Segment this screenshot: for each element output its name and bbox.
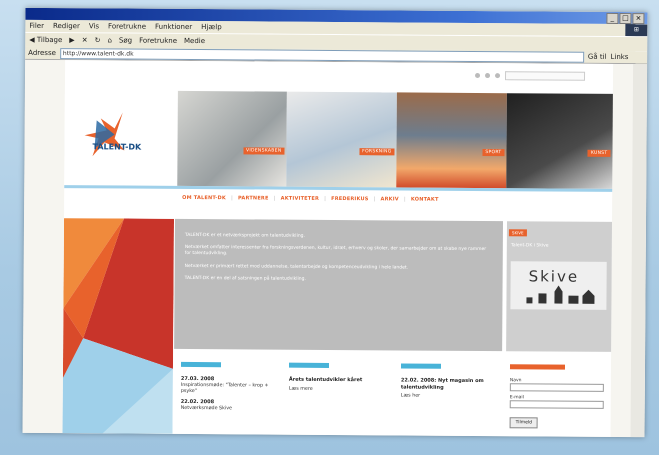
news-accent-bar [180, 361, 222, 368]
links-button[interactable]: Links [610, 53, 628, 61]
intro-paragraph: Netværket er primært rettet mod uddannel… [184, 263, 409, 271]
banner-photo-research[interactable]: FORSKNING [286, 91, 397, 188]
nav-item-about[interactable]: OM TALENT-DK [182, 195, 226, 201]
menu-view[interactable]: Vis [89, 22, 99, 30]
back-button[interactable]: ◀ Tilbage [29, 36, 62, 44]
back-label: Tilbage [36, 35, 63, 45]
nav-separator: | [373, 196, 376, 203]
site-search-input[interactable] [504, 71, 586, 81]
address-label: Adresse [28, 48, 56, 58]
page-viewport: TALENT-DK VIDENSKABEN FORSKNING SPORT KU… [22, 59, 648, 438]
windows-logo-icon: ⊞ [625, 24, 648, 37]
banner-photo-science[interactable]: VIDENSKABEN [177, 90, 287, 187]
logo-star-icon [84, 112, 125, 157]
main-navigation: OM TALENT-DK | PARTNERE | AKTIVITETER | FRE… [182, 195, 438, 203]
banner-tag[interactable]: SPORT [482, 149, 505, 157]
news-item: 22.02. 2008: Nyt magasin om talentudvikl… [401, 363, 499, 399]
banner-tag[interactable]: KUNST [587, 149, 611, 157]
print-icon[interactable] [475, 72, 481, 79]
banner-photo-art[interactable]: KUNST [506, 93, 613, 189]
nav-separator: | [324, 195, 327, 202]
favorites-button[interactable]: Foretrukne [139, 37, 177, 45]
close-button[interactable]: × [632, 13, 645, 25]
read-more-link[interactable]: Læs mere [289, 386, 387, 392]
news-text[interactable]: Inspirationsmøde: "Talenter – krop + psy… [181, 382, 279, 395]
read-more-link[interactable]: Læs her [401, 393, 499, 399]
forward-icon[interactable]: ▶ [69, 36, 74, 44]
refresh-icon[interactable]: ↻ [95, 36, 101, 44]
intro-paragraph: TALENT-DK er en del af satsningen på tal… [184, 275, 306, 282]
form-accent-bar [509, 364, 566, 370]
media-button[interactable]: Medie [184, 37, 205, 45]
intro-paragraph: TALENT-DK er et netværksprojekt om talen… [184, 232, 305, 239]
name-input[interactable] [509, 383, 604, 392]
news-accent-bar [400, 363, 442, 369]
logo[interactable]: TALENT-DK [64, 90, 178, 186]
email-input[interactable] [509, 400, 604, 409]
sitemap-icon[interactable] [495, 73, 501, 79]
menu-help[interactable]: Hjælp [201, 23, 222, 31]
nav-separator: | [273, 195, 276, 202]
news-text[interactable]: Netværksmøde Skive [181, 406, 279, 413]
minimize-button[interactable]: _ [606, 12, 619, 24]
nav-separator: | [230, 195, 234, 202]
logo-text: TALENT-DK [92, 142, 142, 152]
header-banner: TALENT-DK VIDENSKABEN FORSKNING SPORT KU… [64, 90, 613, 189]
news-accent-bar [288, 362, 330, 368]
nav-separator: | [403, 196, 406, 203]
browser-window: _ □ × Filer Rediger Vis Foretrukne Funkt… [22, 7, 648, 438]
skive-wordmark: Skive [528, 267, 580, 286]
intro-panel: TALENT-DK er et netværksprojekt om talen… [174, 218, 504, 352]
decorative-graphic [62, 218, 175, 434]
side-tag: SKIVE [508, 229, 527, 237]
search-button[interactable]: Søg [119, 36, 132, 44]
news-title[interactable]: Årets talentudvikler kåret [289, 377, 387, 384]
skive-image: Skive [510, 261, 607, 310]
submit-button[interactable]: Tilmeld [509, 417, 539, 429]
intro-paragraph: Netværket omfatter interessenter fra for… [184, 245, 487, 257]
news-item: Årets talentudvikler kåret Læs mere [288, 362, 387, 392]
news-item: 27.03. 2008 Inspirationsmøde: "Talenter … [180, 361, 279, 413]
home-icon[interactable]: ⌂ [107, 36, 112, 44]
nav-item-activities[interactable]: AKTIVITETER [281, 196, 319, 202]
banner-photo-sport[interactable]: SPORT [396, 92, 507, 189]
side-caption: Talent-DK i Skive [510, 243, 549, 249]
nav-item-partners[interactable]: PARTNERE [238, 195, 269, 201]
stop-icon[interactable]: ✕ [82, 36, 88, 44]
nav-item-contact[interactable]: KONTAKT [411, 197, 439, 203]
banner-tag[interactable]: VIDENSKABEN [242, 147, 285, 155]
maximize-button[interactable]: □ [619, 12, 632, 25]
news-title[interactable]: 22.02. 2008: Nyt magasin om talentudvikl… [401, 377, 499, 391]
banner-tag[interactable]: FORSKNING [359, 148, 395, 156]
nav-item-archive[interactable]: ARKIV [381, 196, 399, 202]
web-page: TALENT-DK VIDENSKABEN FORSKNING SPORT KU… [62, 60, 614, 437]
nav-item-frederikus[interactable]: FREDERIKUS [331, 196, 368, 202]
signup-form: Navn E-mail Tilmeld [509, 364, 608, 429]
menu-tools[interactable]: Funktioner [155, 23, 192, 31]
menu-favorites[interactable]: Foretrukne [108, 22, 146, 30]
go-button[interactable]: Gå til [588, 53, 607, 61]
utility-row [475, 71, 586, 81]
mail-icon[interactable] [485, 73, 491, 79]
menu-edit[interactable]: Rediger [53, 22, 80, 30]
side-feature[interactable]: SKIVE Talent-DK i Skive Skive [506, 221, 613, 352]
menu-file[interactable]: Filer [29, 22, 44, 30]
scrollbar[interactable] [630, 64, 648, 438]
